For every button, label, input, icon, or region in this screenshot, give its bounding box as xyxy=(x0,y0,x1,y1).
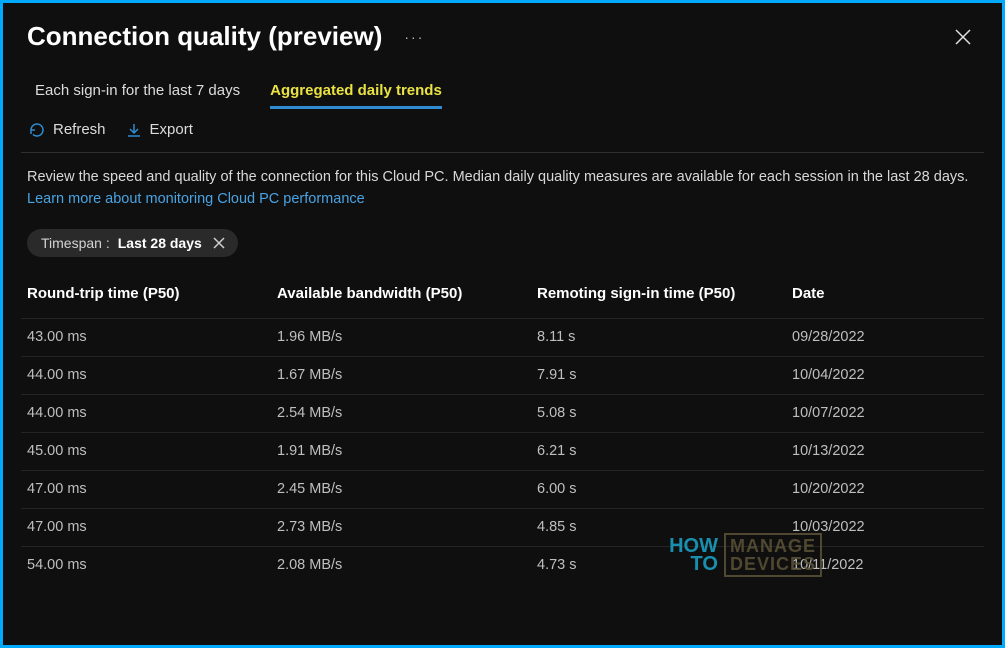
cell-bw: 2.08 MB/s xyxy=(277,557,537,573)
cell-date: 09/28/2022 xyxy=(792,329,978,345)
cell-rtt: 43.00 ms xyxy=(27,329,277,345)
data-table: Round-trip time (P50) Available bandwidt… xyxy=(21,285,984,584)
cell-date: 10/03/2022 xyxy=(792,519,978,535)
cell-bw: 2.73 MB/s xyxy=(277,519,537,535)
cell-rtt: 47.00 ms xyxy=(27,481,277,497)
connection-quality-panel: Connection quality (preview) ··· Each si… xyxy=(3,3,1002,645)
cell-date: 10/07/2022 xyxy=(792,405,978,421)
table-row[interactable]: 43.00 ms1.96 MB/s8.11 s09/28/2022 xyxy=(21,318,984,356)
col-rtt[interactable]: Round-trip time (P50) xyxy=(27,285,277,302)
header: Connection quality (preview) ··· xyxy=(21,17,984,64)
cell-date: 10/20/2022 xyxy=(792,481,978,497)
toolbar: Refresh Export xyxy=(21,109,984,153)
table-row[interactable]: 44.00 ms2.54 MB/s5.08 s10/07/2022 xyxy=(21,394,984,432)
cell-date: 10/11/2022 xyxy=(792,557,978,573)
cell-bw: 1.67 MB/s xyxy=(277,367,537,383)
cell-signin: 7.91 s xyxy=(537,367,792,383)
description-text: Review the speed and quality of the conn… xyxy=(27,169,968,185)
cell-signin: 4.73 s xyxy=(537,557,792,573)
filter-row: Timespan : Last 28 days xyxy=(21,217,984,265)
page-title: Connection quality (preview) xyxy=(27,21,382,52)
close-icon xyxy=(955,29,971,45)
col-date[interactable]: Date xyxy=(792,285,978,302)
col-bandwidth[interactable]: Available bandwidth (P50) xyxy=(277,285,537,302)
cell-rtt: 44.00 ms xyxy=(27,367,277,383)
cell-signin: 4.85 s xyxy=(537,519,792,535)
table-row[interactable]: 54.00 ms2.08 MB/s4.73 s10/11/2022 xyxy=(21,546,984,584)
table-row[interactable]: 45.00 ms1.91 MB/s6.21 s10/13/2022 xyxy=(21,432,984,470)
tabs: Each sign-in for the last 7 days Aggrega… xyxy=(21,64,984,109)
export-button[interactable]: Export xyxy=(126,121,193,138)
learn-more-link[interactable]: Learn more about monitoring Cloud PC per… xyxy=(27,191,365,207)
table-header: Round-trip time (P50) Available bandwidt… xyxy=(21,285,984,318)
refresh-button[interactable]: Refresh xyxy=(29,121,106,138)
table-row[interactable]: 47.00 ms2.73 MB/s4.85 s10/03/2022 xyxy=(21,508,984,546)
refresh-icon xyxy=(29,122,45,138)
cell-bw: 1.91 MB/s xyxy=(277,443,537,459)
timespan-filter-chip[interactable]: Timespan : Last 28 days xyxy=(27,229,238,257)
cell-bw: 2.45 MB/s xyxy=(277,481,537,497)
col-signin-time[interactable]: Remoting sign-in time (P50) xyxy=(537,285,792,302)
tab-aggregated-daily-trends[interactable]: Aggregated daily trends xyxy=(270,76,442,109)
cell-bw: 1.96 MB/s xyxy=(277,329,537,345)
cell-signin: 6.21 s xyxy=(537,443,792,459)
cell-date: 10/04/2022 xyxy=(792,367,978,383)
cell-bw: 2.54 MB/s xyxy=(277,405,537,421)
close-icon xyxy=(213,237,225,249)
download-icon xyxy=(126,122,142,138)
cell-signin: 6.00 s xyxy=(537,481,792,497)
cell-rtt: 54.00 ms xyxy=(27,557,277,573)
more-menu-icon[interactable]: ··· xyxy=(400,25,428,49)
tab-each-signin[interactable]: Each sign-in for the last 7 days xyxy=(35,76,240,109)
cell-rtt: 44.00 ms xyxy=(27,405,277,421)
table-row[interactable]: 47.00 ms2.45 MB/s6.00 s10/20/2022 xyxy=(21,470,984,508)
filter-label: Timespan : xyxy=(41,235,110,251)
cell-rtt: 47.00 ms xyxy=(27,519,277,535)
cell-signin: 8.11 s xyxy=(537,329,792,345)
refresh-label: Refresh xyxy=(53,121,106,138)
table-body: 43.00 ms1.96 MB/s8.11 s09/28/202244.00 m… xyxy=(21,318,984,584)
cell-rtt: 45.00 ms xyxy=(27,443,277,459)
description: Review the speed and quality of the conn… xyxy=(21,153,984,217)
cell-date: 10/13/2022 xyxy=(792,443,978,459)
clear-filter-button[interactable] xyxy=(210,234,228,252)
export-label: Export xyxy=(150,121,193,138)
table-row[interactable]: 44.00 ms1.67 MB/s7.91 s10/04/2022 xyxy=(21,356,984,394)
close-button[interactable] xyxy=(950,24,976,50)
cell-signin: 5.08 s xyxy=(537,405,792,421)
title-group: Connection quality (preview) ··· xyxy=(27,21,428,52)
filter-value: Last 28 days xyxy=(118,235,202,251)
